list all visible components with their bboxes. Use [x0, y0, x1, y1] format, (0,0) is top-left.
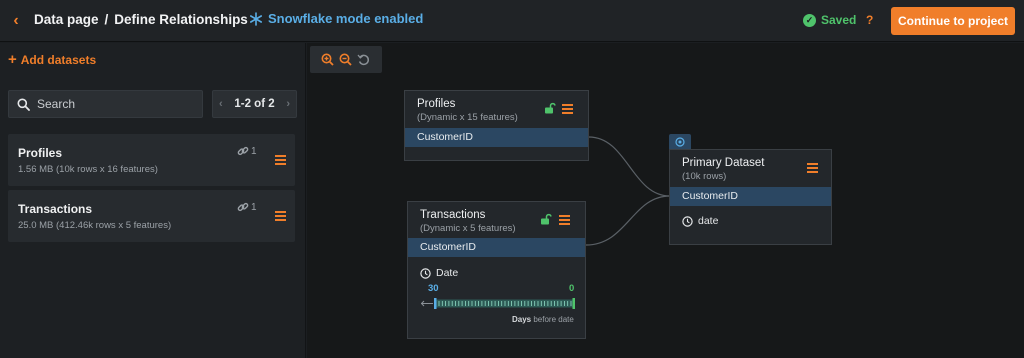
- node-menu-icon[interactable]: [562, 104, 573, 114]
- join-key-field[interactable]: CustomerID: [408, 238, 585, 257]
- link-count: 1: [251, 201, 257, 213]
- link-icon: [237, 202, 249, 212]
- plus-icon: +: [8, 51, 17, 68]
- join-key-field[interactable]: CustomerID: [405, 128, 588, 147]
- dataset-name: Profiles: [18, 146, 63, 160]
- search-icon: [17, 98, 30, 111]
- dataset-name: Transactions: [18, 202, 93, 216]
- date-field: date: [682, 215, 718, 227]
- node-subtitle: (Dynamic x 5 features): [420, 223, 516, 234]
- window-start-handle: [434, 298, 437, 309]
- saved-status: ✓ Saved: [803, 13, 856, 27]
- slider-caption-unit: Days: [512, 315, 532, 324]
- link-count: 1: [251, 145, 257, 157]
- node-title: Profiles: [417, 98, 456, 110]
- relationship-canvas[interactable]: Profiles (Dynamic x 15 features) Custome…: [307, 43, 1024, 358]
- help-button[interactable]: ?: [866, 13, 873, 27]
- node-title: Primary Dataset: [682, 157, 765, 169]
- node-primary-dataset[interactable]: Primary Dataset (10k rows) CustomerID da…: [669, 149, 832, 245]
- breadcrumb: Data page / Define Relationships: [34, 12, 248, 27]
- relationship-link-transactions: [585, 195, 671, 246]
- date-field: Date: [420, 267, 458, 279]
- pagination: ‹ 1-2 of 2 ›: [212, 90, 297, 118]
- prev-page-chevron-icon[interactable]: ‹: [219, 98, 223, 110]
- dataset-meta: 25.0 MB (412.46k rows x 5 features): [18, 220, 172, 231]
- window-start-value: 30: [428, 283, 439, 294]
- time-window-slider[interactable]: [421, 298, 575, 309]
- zoom-in-icon[interactable]: [321, 53, 334, 66]
- snowflake-icon: [249, 11, 262, 26]
- back-chevron-icon[interactable]: ‹: [8, 11, 24, 31]
- search-input[interactable]: [37, 97, 187, 111]
- datasets-panel: + Add datasets ‹ 1-2 of 2 › Profiles 1.5…: [0, 43, 306, 358]
- page-title: Define Relationships: [114, 12, 248, 27]
- breadcrumb-parent[interactable]: Data page: [34, 12, 99, 27]
- pagination-label: 1-2 of 2: [234, 98, 275, 110]
- zoom-toolbar: [310, 46, 382, 73]
- continue-to-project-button[interactable]: Continue to project: [891, 7, 1015, 35]
- snowflake-mode-indicator: Snowflake mode enabled: [249, 11, 423, 26]
- node-profiles[interactable]: Profiles (Dynamic x 15 features) Custome…: [404, 90, 589, 161]
- dataset-card-profiles[interactable]: Profiles 1.56 MB (10k rows x 16 features…: [8, 134, 295, 186]
- dataset-link-count: 1: [237, 145, 257, 157]
- date-field-label: date: [698, 215, 719, 227]
- zoom-out-icon[interactable]: [339, 53, 352, 66]
- relationship-link-profiles: [588, 136, 671, 197]
- node-transactions[interactable]: Transactions (Dynamic x 5 features) Cust…: [407, 201, 586, 339]
- target-icon: [675, 136, 685, 147]
- check-circle-icon: ✓: [803, 13, 816, 27]
- top-bar: ‹ Data page / Define Relationships Snowfla…: [0, 0, 1024, 42]
- clock-icon: [682, 215, 693, 227]
- dataset-link-count: 1: [237, 201, 257, 213]
- unlock-icon[interactable]: [540, 213, 552, 225]
- date-field-label: Date: [436, 267, 459, 279]
- link-icon: [237, 146, 249, 156]
- slider-caption-rest: before date: [533, 315, 574, 324]
- window-end-value: 0: [569, 283, 575, 294]
- unlock-icon[interactable]: [544, 102, 556, 114]
- join-key-field[interactable]: CustomerID: [670, 187, 831, 206]
- reset-icon[interactable]: [357, 53, 370, 66]
- node-menu-icon[interactable]: [559, 215, 570, 225]
- snowflake-mode-label: Snowflake mode enabled: [268, 11, 424, 26]
- dataset-card-transactions[interactable]: Transactions 25.0 MB (412.46k rows x 5 f…: [8, 190, 295, 242]
- dataset-menu-icon[interactable]: [275, 211, 286, 221]
- node-subtitle: (10k rows): [682, 171, 727, 182]
- node-title: Transactions: [420, 209, 486, 221]
- search-box: [8, 90, 203, 118]
- dataset-meta: 1.56 MB (10k rows x 16 features): [18, 164, 158, 175]
- primary-dataset-badge: [669, 134, 691, 149]
- window-end-handle: [572, 298, 575, 309]
- saved-label: Saved: [821, 13, 857, 27]
- clock-icon: [420, 267, 431, 279]
- node-menu-icon[interactable]: [807, 163, 818, 173]
- add-datasets-label: Add datasets: [20, 53, 97, 67]
- breadcrumb-separator: /: [104, 12, 109, 27]
- next-page-chevron-icon[interactable]: ›: [286, 98, 290, 110]
- add-datasets-button[interactable]: + Add datasets: [8, 51, 97, 68]
- slider-caption: Days before date: [512, 315, 574, 324]
- dataset-menu-icon[interactable]: [275, 155, 286, 165]
- node-subtitle: (Dynamic x 15 features): [417, 112, 518, 123]
